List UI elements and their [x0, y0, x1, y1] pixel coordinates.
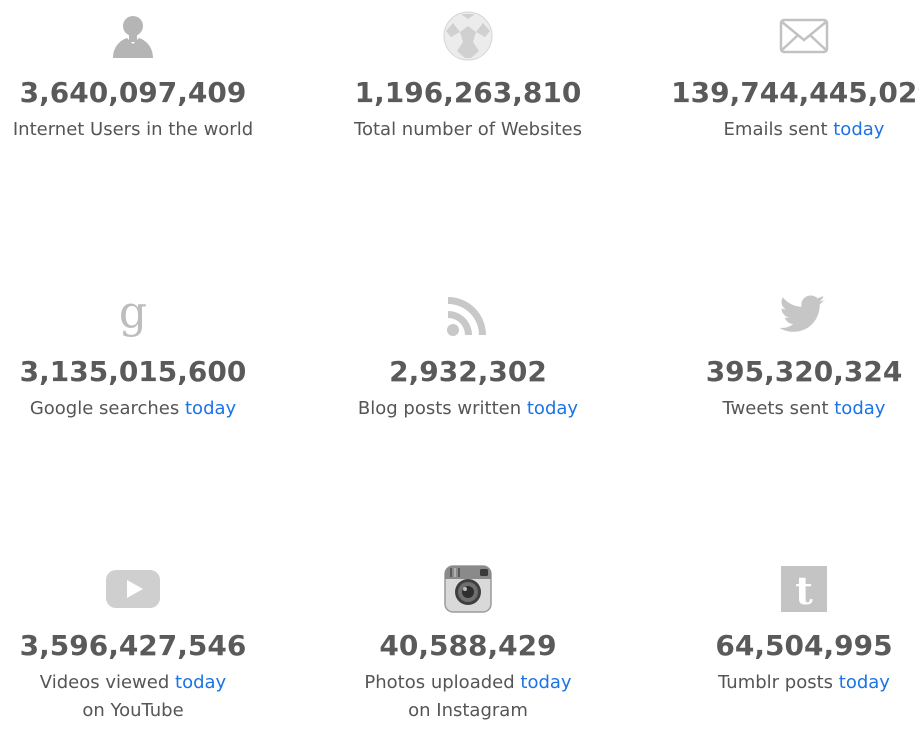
envelope-icon [779, 18, 829, 54]
stat-websites: 1,196,263,810 Total number of Websites [318, 10, 618, 144]
stat-value: 40,588,429 [379, 629, 557, 662]
stat-caption: Emails sent today [654, 116, 919, 144]
stat-caption-text: Photos uploaded [364, 672, 515, 693]
stat-instagram-photos: 40,588,429 Photos uploaded today on Inst… [318, 563, 618, 725]
tumblr-icon: t [781, 566, 827, 612]
stat-internet-users: 3,640,097,409 Internet Users in the worl… [0, 10, 283, 144]
stat-caption-text: Total number of Websites [354, 119, 582, 140]
stat-value: 139,744,445,029 [671, 76, 919, 109]
stat-value: 3,135,015,600 [19, 355, 247, 388]
stat-caption-text: Google searches [29, 398, 180, 419]
today-link[interactable]: today [833, 119, 884, 140]
stat-caption-text: Tweets sent [722, 398, 829, 419]
today-link[interactable]: today [175, 672, 226, 693]
stat-google-searches: g 3,135,015,600 Google searches today [0, 289, 283, 423]
stat-caption-line2: on YouTube [82, 700, 184, 721]
stat-caption-text: Internet Users in the world [12, 119, 254, 140]
stat-caption: Videos viewed today [0, 669, 283, 697]
stat-caption: Tumblr posts today [654, 669, 919, 697]
stat-caption: Internet Users in the world [0, 116, 283, 144]
stat-value: 64,504,995 [715, 629, 893, 662]
stat-value: 395,320,324 [705, 355, 903, 388]
stat-caption-line2: on Instagram [408, 700, 528, 721]
stat-emails: 139,744,445,029 Emails sent today [654, 10, 919, 144]
today-link[interactable]: today [520, 672, 571, 693]
stat-caption-text: Tumblr posts [718, 672, 834, 693]
stat-caption: Google searches today [0, 395, 283, 423]
stat-blog-posts: 2,932,302 Blog posts written today [318, 289, 618, 423]
twitter-bird-icon [780, 295, 826, 332]
stat-value: 3,640,097,409 [19, 76, 247, 109]
rss-icon [447, 297, 486, 336]
youtube-play-icon [106, 570, 160, 608]
stat-caption: Total number of Websites [318, 116, 618, 144]
stat-value: 2,932,302 [389, 355, 547, 388]
stat-caption: Photos uploaded today [318, 669, 618, 697]
today-link[interactable]: today [185, 398, 236, 419]
user-icon [113, 16, 153, 58]
stat-youtube-videos: 3,596,427,546 Videos viewed today on You… [0, 563, 283, 725]
stat-caption: Blog posts written today [318, 395, 618, 423]
instagram-camera-icon [444, 565, 492, 613]
stat-tumblr-posts: t 64,504,995 Tumblr posts today [654, 563, 919, 697]
stat-value: 3,596,427,546 [19, 629, 247, 662]
stat-tweets: 395,320,324 Tweets sent today [654, 289, 919, 423]
svg-text:g: g [119, 289, 147, 338]
svg-text:t: t [795, 568, 813, 612]
today-link[interactable]: today [839, 672, 890, 693]
stat-caption-text: Videos viewed [39, 672, 170, 693]
stat-caption: Tweets sent today [654, 395, 919, 423]
today-link[interactable]: today [834, 398, 885, 419]
stat-caption-text: Emails sent [723, 119, 828, 140]
google-icon: g [119, 289, 147, 338]
stat-value: 1,196,263,810 [354, 76, 582, 109]
globe-ball-icon [443, 11, 493, 61]
today-link[interactable]: today [527, 398, 578, 419]
stat-caption-text: Blog posts written [357, 398, 522, 419]
